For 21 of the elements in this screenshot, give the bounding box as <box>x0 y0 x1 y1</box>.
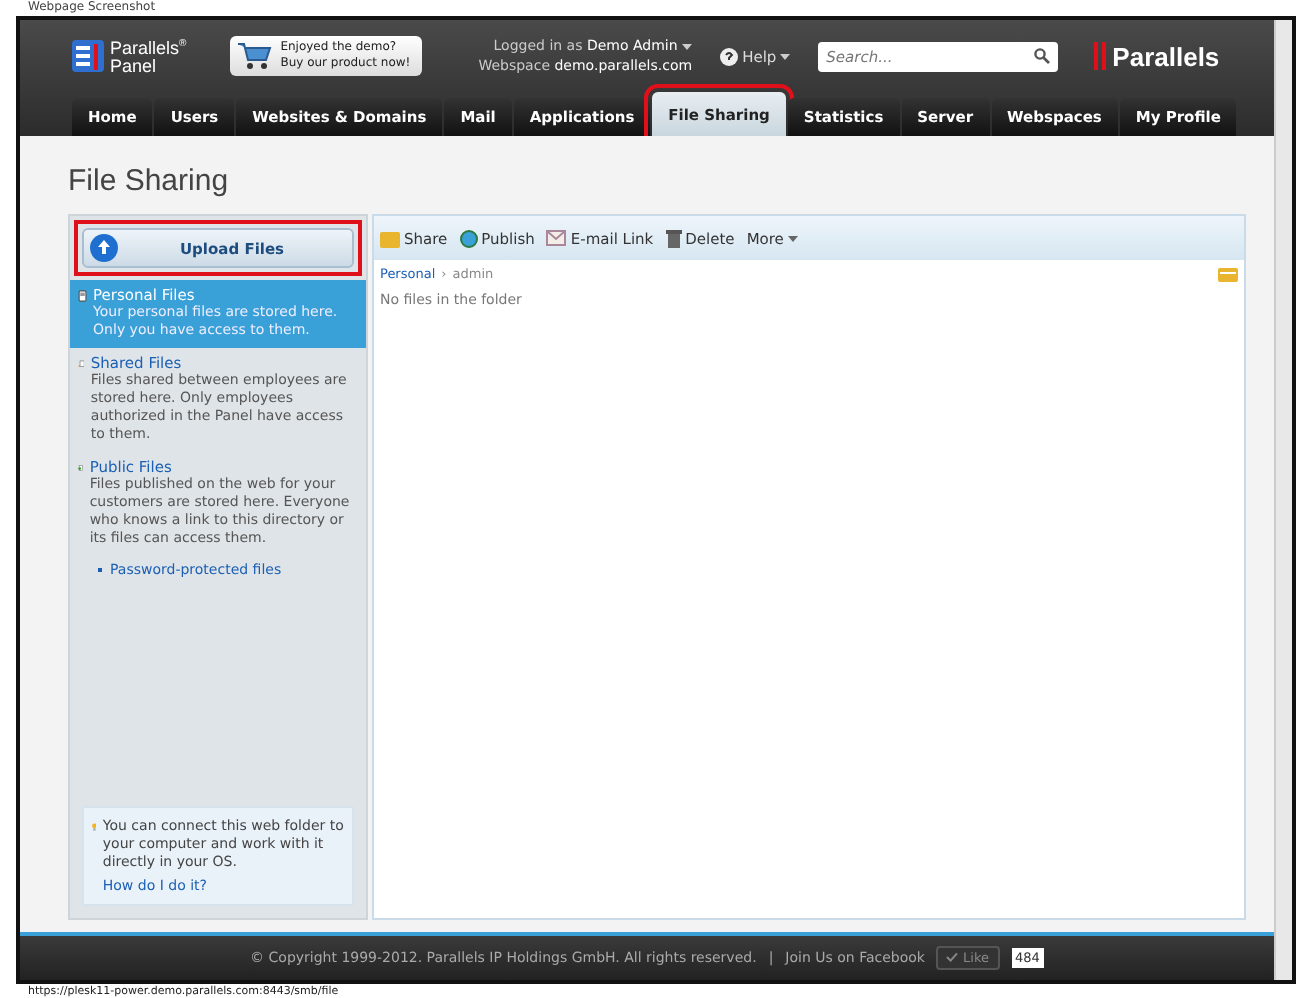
checkmark-icon <box>946 952 959 962</box>
globe-icon <box>459 229 478 247</box>
lightbulb-icon <box>92 818 97 836</box>
trash-icon <box>665 229 682 247</box>
folder-icon[interactable] <box>1218 266 1238 282</box>
caret-icon <box>787 235 798 241</box>
checklist-logo-icon <box>72 40 104 72</box>
caret-icon <box>682 44 693 50</box>
shopping-cart-icon <box>236 42 273 70</box>
envelope-icon <box>546 230 567 246</box>
folder-icon <box>380 229 400 247</box>
logo-text: Parallels$^{®}$ Panel <box>110 36 187 76</box>
bars-logo-icon <box>1094 42 1107 70</box>
page-title: File Sharing <box>68 164 231 198</box>
upload-icon <box>90 234 118 262</box>
phone-icon <box>78 286 88 306</box>
scrollbar[interactable] <box>1274 20 1292 980</box>
search-icon <box>1034 48 1051 64</box>
caret-icon <box>780 53 791 59</box>
help-icon <box>720 47 739 65</box>
brand-name: Parallels <box>1112 41 1220 71</box>
